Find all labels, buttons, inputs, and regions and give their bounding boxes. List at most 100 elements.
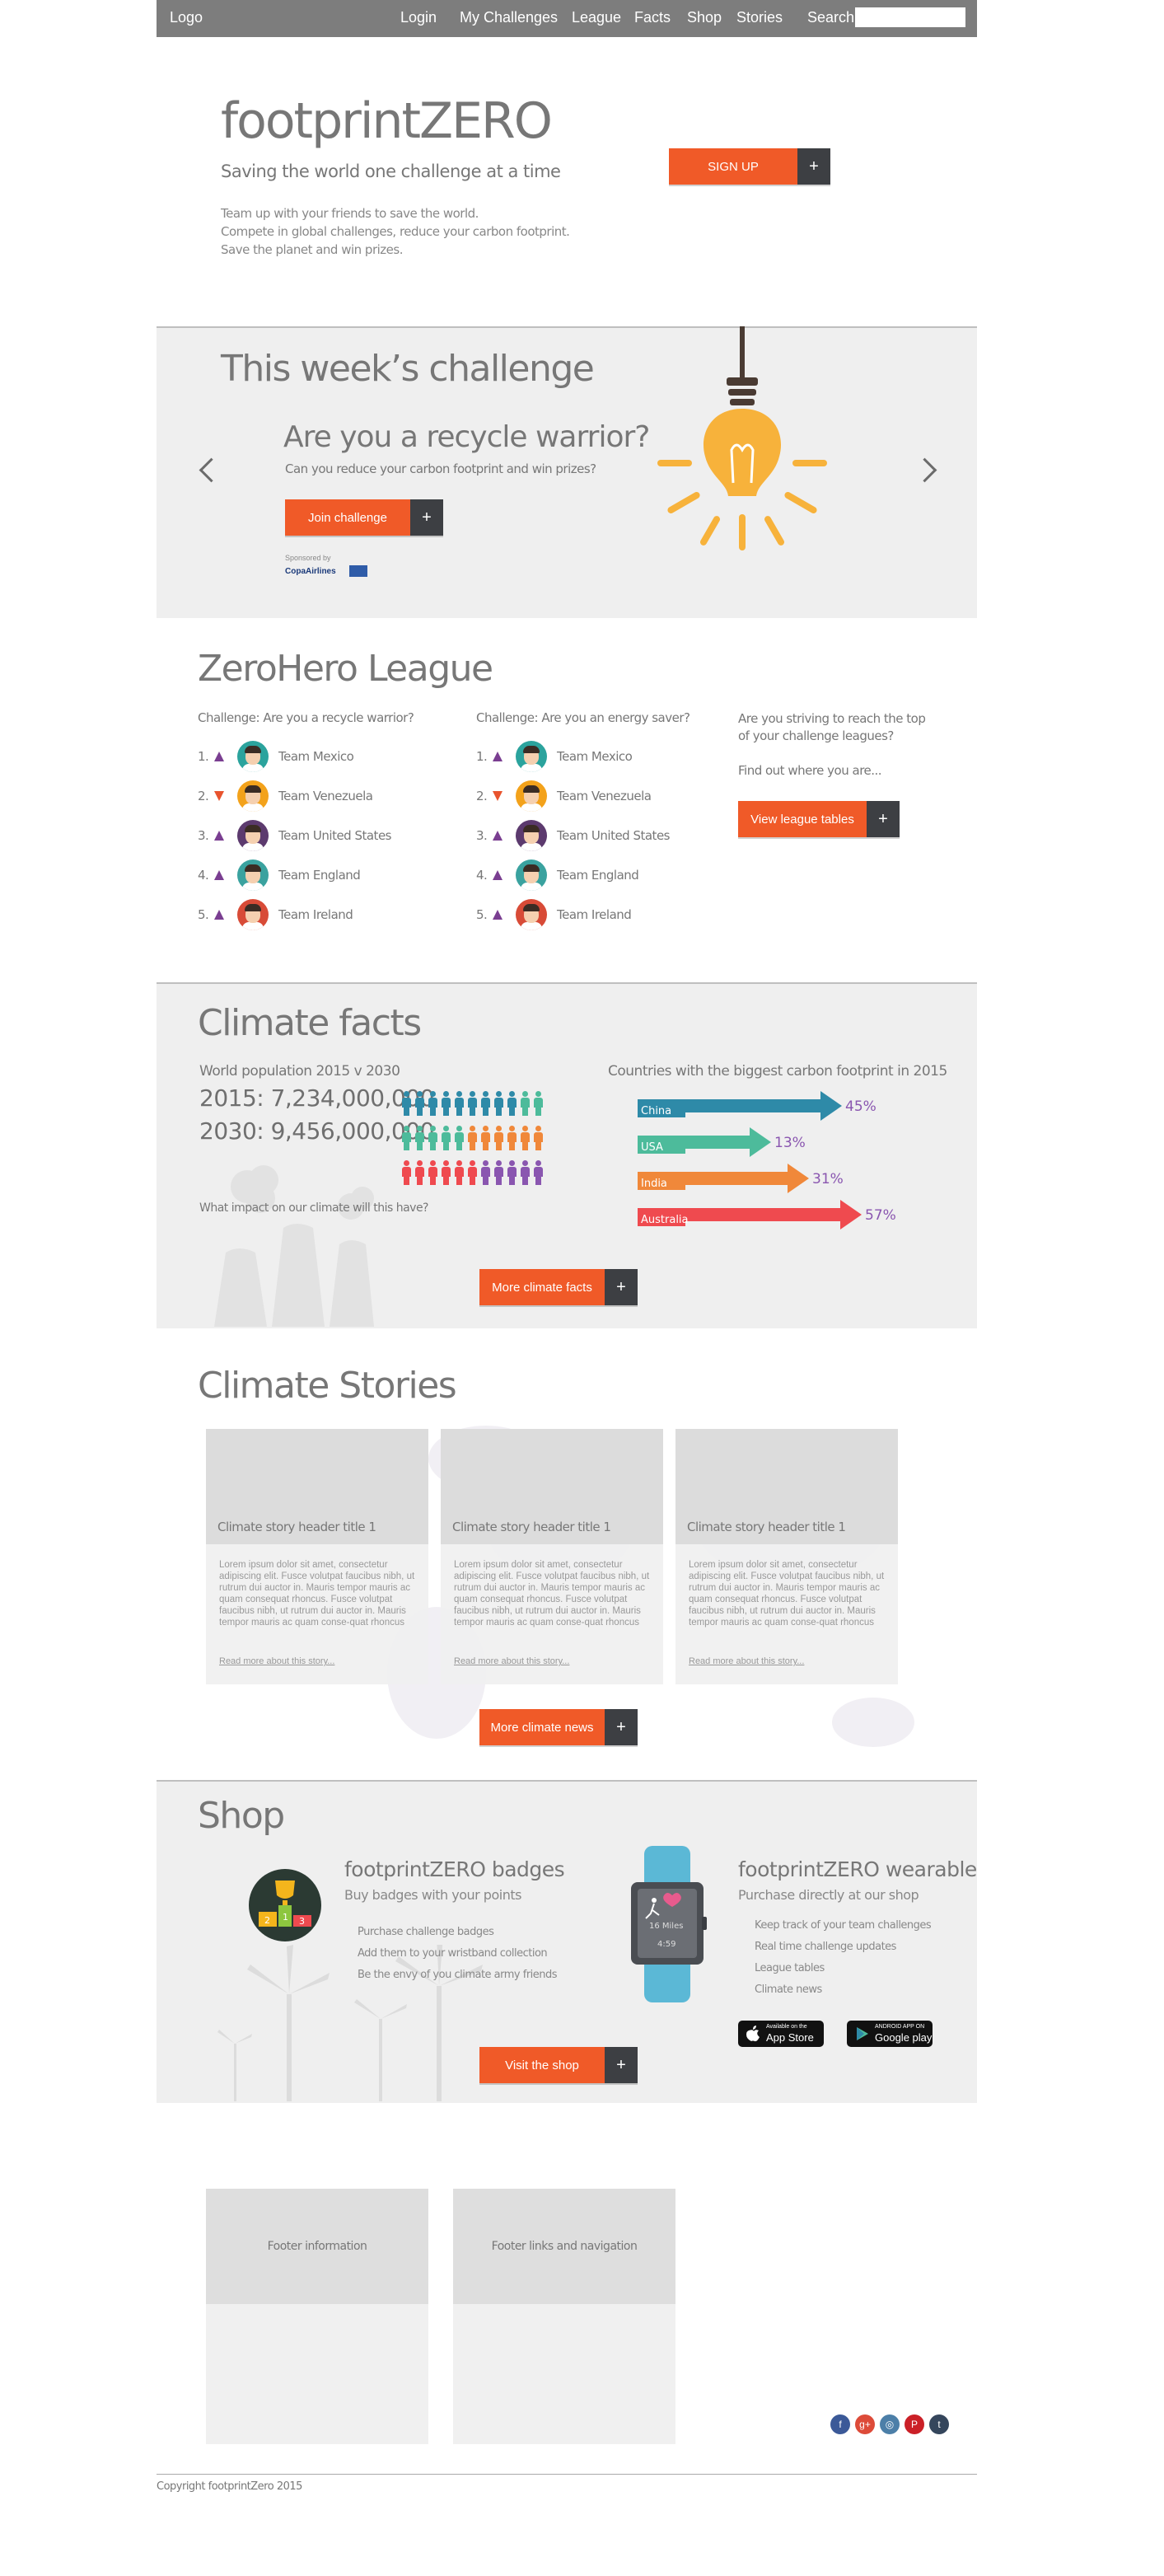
wearable-list-item: Climate news (755, 1984, 822, 1996)
country-arrows-chart: China 45% USA 13% India 31% Australia 57% (638, 1091, 896, 1229)
plus-icon: + (410, 499, 443, 536)
league-team-name[interactable]: Team England (557, 868, 639, 883)
league-find-text: Find out where you are... (738, 763, 882, 778)
footer-links-label: Footer links and navigation (453, 2189, 675, 2304)
nav-facts[interactable]: Facts (634, 9, 671, 26)
team-avatar (237, 741, 269, 772)
power-plant-illustration (214, 1165, 374, 1327)
apple-icon (746, 2026, 760, 2042)
challenge-title: This week’s challenge (221, 348, 595, 390)
person-icon (415, 1160, 424, 1185)
person-icon (415, 1126, 424, 1150)
country-name: USA (641, 1141, 663, 1154)
person-icon (481, 1091, 490, 1116)
wearable-list-item: Keep track of your team challenges (755, 1919, 932, 1932)
google-play-small: ANDROID APP ON (875, 2024, 925, 2030)
logo[interactable]: Logo (170, 9, 203, 26)
league-team-name[interactable]: Team Mexico (278, 749, 354, 764)
wearable-list: Keep track of your team challenges Real … (755, 1915, 932, 2001)
person-icon (455, 1126, 464, 1150)
league-rank: 1. (198, 749, 209, 764)
story-text: Lorem ipsum dolor sit amet, consectetur … (219, 1560, 415, 1628)
google-play-big: Google play (875, 2031, 933, 2044)
league-team-name[interactable]: Team Mexico (557, 749, 633, 764)
nav-login[interactable]: Login (400, 9, 437, 26)
person-icon (455, 1091, 464, 1116)
facts-title: Climate facts (198, 1002, 422, 1044)
footer-information-label: Footer information (206, 2189, 428, 2304)
league-team-name[interactable]: Team England (278, 868, 361, 883)
countries-title: Countries with the biggest carbon footpr… (608, 1063, 947, 1080)
app-store-button[interactable]: Available on the App Store (738, 2021, 824, 2047)
league-team-name[interactable]: Team Venezuela (278, 789, 373, 803)
footer-information-box: Footer information (206, 2189, 428, 2444)
lightbulb-illustration (657, 326, 827, 550)
league-team-name[interactable]: Team United States (278, 828, 392, 843)
team-avatar (237, 780, 269, 812)
join-challenge-label: Join challenge (285, 499, 410, 536)
person-icon (494, 1160, 503, 1185)
sponsor-logo-mark (349, 565, 367, 577)
league-row: 4. Team England (198, 855, 461, 895)
visit-shop-button[interactable]: Visit the shop + (479, 2047, 638, 2083)
nav-league[interactable]: League (572, 9, 621, 26)
more-climate-news-button[interactable]: More climate news + (479, 1709, 638, 1745)
read-more-link[interactable]: Read more about this story... (689, 1656, 804, 1666)
join-challenge-button[interactable]: Join challenge + (285, 499, 443, 536)
sponsor-logo: CopaAirlines (285, 567, 336, 576)
hero-body-line: Compete in global challenges, reduce you… (221, 224, 570, 239)
person-icon (402, 1160, 411, 1185)
story-card: Climate story header title 1 Lorem ipsum … (675, 1429, 898, 1684)
read-more-link[interactable]: Read more about this story... (219, 1656, 334, 1666)
nav-shop[interactable]: Shop (687, 9, 722, 26)
nav-my-challenges[interactable]: My Challenges (460, 9, 558, 26)
league-team-name[interactable]: Team Ireland (557, 907, 632, 922)
footer-divider (157, 2474, 977, 2475)
google-play-button[interactable]: ANDROID APP ON Google play (847, 2021, 933, 2047)
instagram-icon[interactable]: ◎ (880, 2414, 900, 2434)
search-input[interactable] (855, 7, 965, 27)
league-team-name[interactable]: Team United States (557, 828, 671, 843)
story-text: Lorem ipsum dolor sit amet, consectetur … (689, 1560, 885, 1628)
country-arrow: USA 13% (638, 1127, 806, 1157)
league-team-name[interactable]: Team Venezuela (557, 789, 652, 803)
read-more-link[interactable]: Read more about this story... (454, 1656, 569, 1666)
person-icon (402, 1126, 411, 1150)
person-icon (415, 1091, 424, 1116)
svg-text:3: 3 (299, 1916, 305, 1927)
trend-up-icon (493, 752, 503, 761)
tumblr-icon[interactable]: t (929, 2414, 949, 2434)
population-label: World population 2015 v 2030 (199, 1063, 400, 1080)
league-team-name[interactable]: Team Ireland (278, 907, 353, 922)
person-icon (428, 1091, 437, 1116)
country-value: 45% (845, 1098, 877, 1115)
more-climate-facts-button[interactable]: More climate facts + (479, 1269, 638, 1305)
pinterest-icon[interactable]: P (905, 2414, 924, 2434)
league-row: 2. Team Venezuela (476, 776, 740, 816)
watch-distance: 16 Miles (649, 1922, 683, 1931)
view-league-tables-button[interactable]: View league tables + (738, 801, 900, 837)
challenge-subtitle: Can you reduce your carbon footprint and… (285, 461, 596, 476)
league-rank: 2. (198, 789, 209, 803)
person-icon (442, 1160, 451, 1185)
person-icon (494, 1126, 503, 1150)
team-avatar (516, 899, 547, 930)
person-icon (468, 1126, 477, 1150)
league-table-heading: Challenge: Are you an energy saver? (476, 710, 690, 725)
person-icon (468, 1160, 477, 1185)
sign-up-button[interactable]: SIGN UP + (669, 148, 830, 185)
league-row: 4. Team England (476, 855, 740, 895)
team-avatar (516, 741, 547, 772)
plus-icon: + (605, 1709, 638, 1745)
google-plus-icon[interactable]: g+ (855, 2414, 875, 2434)
story-text: Lorem ipsum dolor sit amet, consectetur … (454, 1560, 650, 1628)
league-title: ZeroHero League (198, 648, 493, 690)
nav-stories[interactable]: Stories (736, 9, 783, 26)
hero-tagline: Saving the world one challenge at a time (221, 162, 561, 181)
story-header: Climate story header title 1 (687, 1520, 846, 1534)
person-icon (442, 1126, 451, 1150)
story-card: Climate story header title 1 Lorem ipsum … (206, 1429, 428, 1684)
person-icon (428, 1160, 437, 1185)
facebook-icon[interactable]: f (830, 2414, 850, 2434)
badges-subtitle: Buy badges with your points (344, 1887, 521, 1903)
